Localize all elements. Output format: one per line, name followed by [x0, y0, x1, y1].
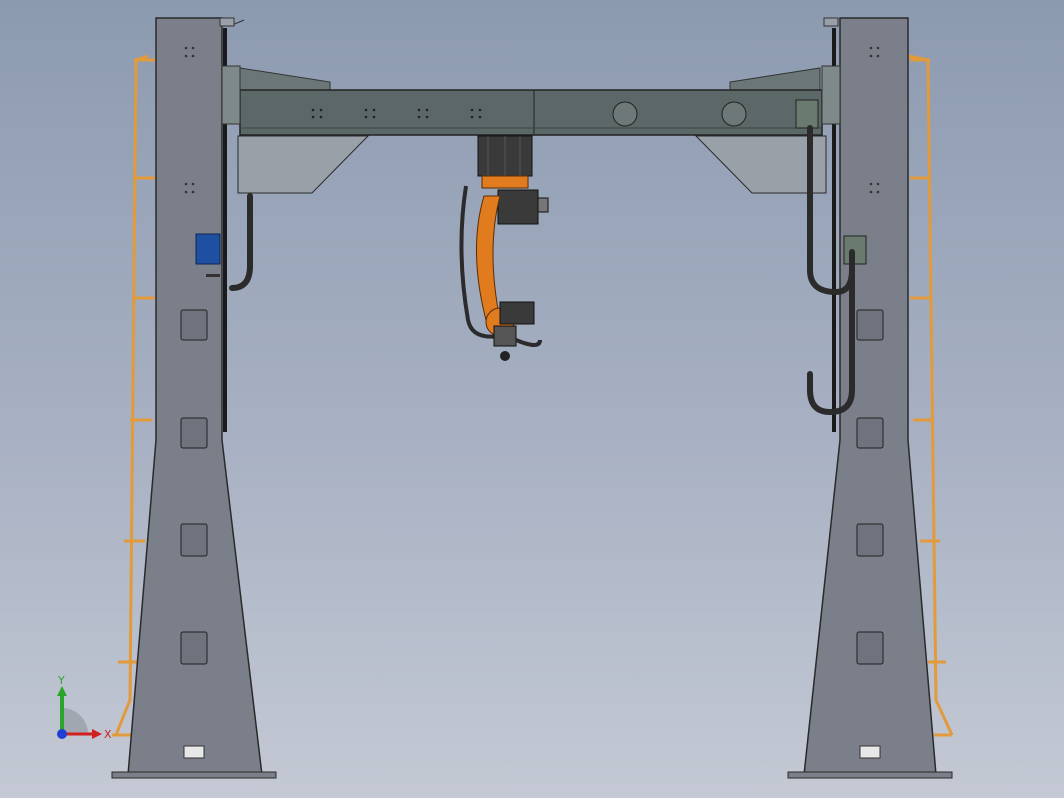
gantry-robot-model[interactable] — [0, 0, 1064, 798]
cad-viewport[interactable]: Y X — [0, 0, 1064, 798]
z-axis-marker — [57, 729, 67, 739]
y-axis-label: Y — [57, 674, 65, 687]
cross-beam — [221, 65, 867, 265]
coordinate-triad: Y X — [57, 674, 112, 741]
left-control-panel — [195, 233, 221, 265]
x-axis-label: X — [104, 728, 112, 741]
robot-arm — [459, 135, 549, 361]
